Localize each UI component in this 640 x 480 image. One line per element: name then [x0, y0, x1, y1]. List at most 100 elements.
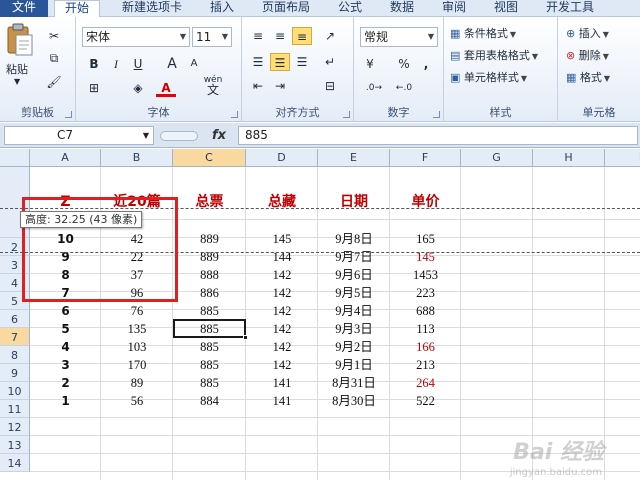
row-header-7[interactable]: 7 — [0, 328, 30, 346]
table-cell[interactable]: 141 — [246, 374, 318, 392]
table-cell[interactable]: 9月4日 — [318, 302, 390, 320]
table-cell[interactable]: 76 — [101, 302, 173, 320]
table-cell[interactable]: 888 — [173, 266, 246, 284]
currency-icon[interactable]: ¥ — [360, 55, 380, 73]
align-right-icon[interactable]: ☰ — [292, 53, 312, 71]
column-header-a[interactable]: A — [30, 149, 101, 167]
table-cell[interactable]: 5 — [30, 320, 101, 338]
alignment-launcher-icon[interactable] — [343, 111, 350, 118]
active-cell-c7[interactable] — [173, 319, 248, 340]
table-cell[interactable]: 3 — [30, 356, 101, 374]
align-bottom-icon[interactable]: ≡ — [292, 27, 312, 45]
column-header-h[interactable]: H — [533, 149, 605, 167]
table-cell[interactable]: 688 — [390, 302, 461, 320]
table-cell[interactable]: 889 — [173, 230, 246, 248]
table-cell[interactable]: 142 — [246, 302, 318, 320]
table-cell[interactable]: 145 — [390, 248, 461, 266]
table-cell[interactable]: 886 — [173, 284, 246, 302]
table-cell[interactable]: 9月2日 — [318, 338, 390, 356]
table-cell[interactable]: 213 — [390, 356, 461, 374]
table-cell[interactable]: 9月3日 — [318, 320, 390, 338]
orientation-icon[interactable]: ↗ — [320, 27, 340, 45]
table-cell[interactable]: 6 — [30, 302, 101, 320]
number-format-combo[interactable]: 常规 ▼ — [360, 27, 438, 47]
comma-button[interactable]: , — [416, 55, 436, 73]
table-cell[interactable]: 4 — [30, 338, 101, 356]
table-cell[interactable]: 9月8日 — [318, 230, 390, 248]
tab-page-layout[interactable]: 页面布局 — [254, 0, 318, 17]
table-cell[interactable]: 170 — [101, 356, 173, 374]
table-cell[interactable]: 885 — [173, 338, 246, 356]
delete-cells-button[interactable]: ⊗ 删除 ▼ — [566, 49, 609, 64]
paste-button[interactable]: 粘贴 ▼ — [4, 23, 36, 86]
phonetic-button[interactable]: wén 文 — [198, 75, 228, 96]
table-cell[interactable]: 142 — [246, 356, 318, 374]
table-cell[interactable]: 1 — [30, 392, 101, 410]
table-cell[interactable]: 9月7日 — [318, 248, 390, 266]
decrease-indent-icon[interactable]: ⇤ — [248, 77, 268, 95]
decrease-decimal-icon[interactable]: ←.0 — [394, 79, 414, 97]
table-cell[interactable]: 885 — [173, 356, 246, 374]
table-cell[interactable]: 884 — [173, 392, 246, 410]
name-box[interactable]: C7 ▼ — [4, 126, 154, 145]
merge-center-icon[interactable]: ⊟ — [320, 77, 340, 95]
column-header-g[interactable]: G — [461, 149, 533, 167]
cell-styles-button[interactable]: ▣ 单元格样式 ▼ — [450, 71, 527, 86]
cut-icon[interactable]: ✂ — [44, 27, 64, 45]
row-header-6[interactable]: 6 — [0, 310, 30, 328]
shrink-font-button[interactable]: A — [184, 55, 204, 73]
table-cell[interactable]: 522 — [390, 392, 461, 410]
table-cell[interactable]: 56 — [101, 392, 173, 410]
font-launcher-icon[interactable] — [231, 111, 238, 118]
table-cell[interactable]: 8月31日 — [318, 374, 390, 392]
number-launcher-icon[interactable] — [433, 111, 440, 118]
percent-button[interactable]: % — [394, 55, 414, 73]
table-cell[interactable]: 141 — [246, 392, 318, 410]
select-all-corner[interactable] — [0, 149, 30, 167]
table-cell[interactable]: 142 — [246, 266, 318, 284]
font-color-button[interactable]: A — [156, 79, 176, 97]
align-left-icon[interactable]: ☰ — [248, 53, 268, 71]
tab-insert[interactable]: 插入 — [202, 0, 242, 17]
table-cell[interactable]: 264 — [390, 374, 461, 392]
insert-function-icon[interactable]: fx — [205, 126, 233, 145]
table-cell[interactable]: 889 — [173, 248, 246, 266]
tab-developer[interactable]: 开发工具 — [538, 0, 602, 17]
column-header-c[interactable]: C — [173, 149, 246, 167]
insert-cells-button[interactable]: ⊕ 插入 ▼ — [566, 27, 609, 42]
align-top-icon[interactable]: ≡ — [248, 27, 268, 45]
fill-handle[interactable] — [243, 335, 248, 340]
column-header-f[interactable]: F — [390, 149, 461, 167]
column-header-b[interactable]: B — [101, 149, 173, 167]
worksheet-grid[interactable]: ABCDEFGHI 234567891011121314 Z近20篇总票总藏日期… — [0, 149, 640, 480]
align-middle-icon[interactable]: ≡ — [270, 27, 290, 45]
row-header-14[interactable]: 14 — [0, 454, 30, 472]
column-header-d[interactable]: D — [246, 149, 318, 167]
copy-icon[interactable]: ⧉ — [44, 49, 64, 67]
table-cell[interactable]: 142 — [246, 284, 318, 302]
formula-input[interactable]: 885 — [238, 126, 638, 145]
clipboard-launcher-icon[interactable] — [65, 111, 72, 118]
table-cell[interactable]: 1453 — [390, 266, 461, 284]
table-cell[interactable]: 2 — [30, 374, 101, 392]
format-as-table-button[interactable]: ▤ 套用表格格式 ▼ — [450, 49, 538, 64]
bold-button[interactable]: B — [84, 55, 104, 73]
table-cell[interactable]: 135 — [101, 320, 173, 338]
table-cell[interactable]: 144 — [246, 248, 318, 266]
table-cell[interactable]: 113 — [390, 320, 461, 338]
table-cell[interactable]: 103 — [101, 338, 173, 356]
grow-font-button[interactable]: A — [162, 55, 182, 73]
column-header-i[interactable]: I — [605, 149, 640, 167]
tab-file[interactable]: 文件 — [0, 0, 48, 17]
table-cell[interactable]: 145 — [246, 230, 318, 248]
row-header-13[interactable]: 13 — [0, 436, 30, 454]
table-cell[interactable]: 89 — [101, 374, 173, 392]
increase-indent-icon[interactable]: ⇥ — [270, 77, 290, 95]
tab-home[interactable]: 开始 — [54, 0, 100, 18]
underline-button[interactable]: U — [128, 55, 148, 73]
row-header-10[interactable]: 10 — [0, 382, 30, 400]
align-center-icon[interactable]: ☰ — [270, 53, 290, 71]
table-cell[interactable]: 885 — [173, 302, 246, 320]
table-cell[interactable]: 9月1日 — [318, 356, 390, 374]
fill-color-icon[interactable]: ◈ — [128, 79, 148, 97]
